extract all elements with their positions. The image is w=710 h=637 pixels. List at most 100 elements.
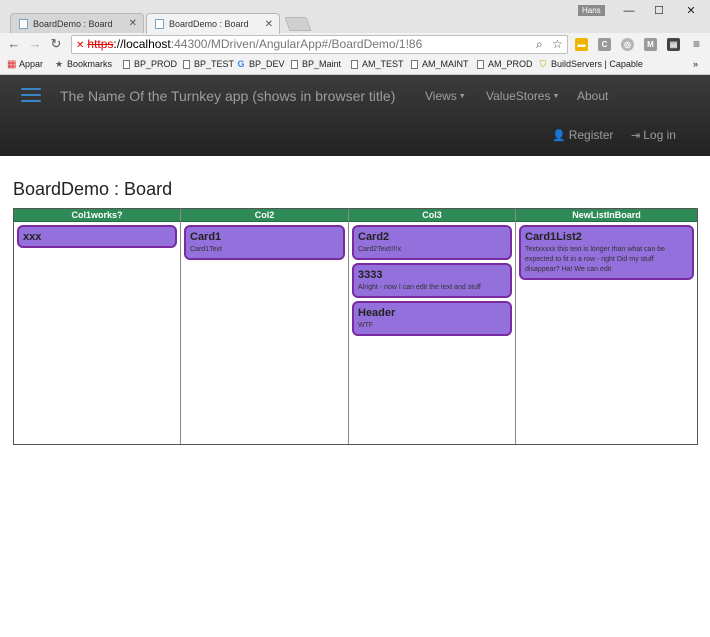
register-label: Register (568, 128, 614, 142)
browser-tab-2[interactable]: BoardDemo : Board ✕ (146, 13, 280, 34)
bookmark-item[interactable]: AM_TEST (351, 59, 404, 69)
board-card[interactable]: xxx (17, 225, 177, 248)
bookmark-star-icon[interactable]: ☆ (552, 37, 563, 51)
board-card[interactable]: 3333 Alright - now I can edit the text a… (352, 263, 512, 298)
address-bar[interactable]: ✕ https://localhost:44300/MDriven/Angular… (71, 35, 568, 54)
insecure-lock-icon[interactable]: ✕ (76, 40, 84, 51)
login-link[interactable]: ⇥ Log in (631, 128, 676, 142)
page-icon (351, 59, 358, 69)
google-icon: G (237, 58, 245, 69)
bookmark-label: BP_PROD (134, 59, 178, 69)
tab-strip: BoardDemo : Board ✕ BoardDemo : Board ✕ … (0, 0, 710, 34)
close-tab-icon[interactable]: ✕ (265, 19, 273, 30)
bookmark-label: AM_PROD (488, 59, 533, 69)
close-tab-icon[interactable]: ✕ (129, 18, 137, 29)
apps-grid-icon: ▦ (7, 58, 17, 70)
bookmark-item[interactable]: BP_PROD (123, 59, 177, 69)
nav-views-label: Views (425, 89, 457, 103)
page-icon (291, 59, 298, 69)
forward-icon[interactable]: → (28, 37, 42, 51)
bookmark-item[interactable]: AM_MAINT (411, 59, 469, 69)
card-title: xxx (23, 231, 42, 243)
url-scheme: https (87, 37, 114, 51)
browser-menu-icon[interactable]: ≡ (690, 38, 703, 51)
extension-icon[interactable]: ▬ (575, 38, 588, 51)
board-card[interactable]: Header WTF (352, 301, 512, 336)
bookmark-item[interactable]: G BP_DEV (237, 58, 285, 69)
page-icon (477, 59, 484, 69)
new-tab-button[interactable] (284, 17, 312, 31)
bookmark-item[interactable]: ⛉ BuildServers | Capable (539, 59, 643, 69)
more-bookmarks-button[interactable]: » (693, 59, 698, 69)
bookmark-label: Bookmarks (67, 59, 113, 69)
profile-badge[interactable]: Hans (578, 5, 605, 16)
register-link[interactable]: 👤 Register (552, 128, 613, 142)
bookmark-label: AM_TEST (362, 59, 404, 69)
nav-views[interactable]: Views ▼ (425, 89, 466, 103)
url-path: :44300/MDriven/AngularApp#/BoardDemo/1!8… (170, 37, 423, 51)
board-column-col1: Col1works? xxx (14, 209, 181, 444)
board: Col1works? xxx Col2 Card1 Card1Text Col3… (13, 208, 698, 445)
browser-tab-1[interactable]: BoardDemo : Board ✕ (10, 13, 144, 33)
bookmark-item[interactable]: BP_TEST (183, 59, 234, 69)
user-icon: 👤 (552, 129, 566, 142)
column-header: NewListInBoard (516, 209, 697, 222)
url-host: ://localhost (113, 37, 171, 51)
bookmark-label: BP_TEST (194, 59, 235, 69)
board-card[interactable]: Card2 Card2Text!!!!x (352, 225, 512, 260)
card-text: Textxxxxx this text is longer than what … (525, 246, 666, 273)
zoom-icon[interactable]: ⌕ (536, 37, 543, 51)
caret-down-icon: ▼ (458, 93, 466, 101)
column-header: Col3 (349, 209, 515, 222)
page-favicon-icon (19, 18, 28, 29)
bookmark-label: BuildServers | Capable (551, 59, 643, 69)
shield-icon: ⛉ (539, 58, 547, 69)
nav-valuestores-label: ValueStores (486, 89, 551, 103)
page-favicon-icon (155, 19, 164, 29)
board-card[interactable]: Card1List2 Textxxxxx this text is longer… (519, 225, 694, 280)
board-card[interactable]: Card1 Card1Text (184, 225, 345, 260)
hamburger-menu-icon[interactable] (21, 88, 41, 102)
tab-title: BoardDemo : Board (33, 18, 113, 29)
card-title: Card1 (190, 231, 222, 243)
maximize-icon[interactable]: ☐ (652, 4, 666, 18)
page-icon (411, 59, 418, 69)
browser-chrome: BoardDemo : Board ✕ BoardDemo : Board ✕ … (0, 0, 710, 75)
card-text: Card1Text (190, 246, 222, 253)
tab-title: BoardDemo : Board (169, 19, 249, 29)
bookmarks-bar: ▦ Appar ★ Bookmarks BP_PROD BP_TEST G BP_DE… (0, 57, 710, 74)
extension-m-icon[interactable]: M (644, 38, 657, 51)
bookmark-label: Appar (19, 59, 44, 69)
board-column-col2: Col2 Card1 Card1Text (181, 209, 349, 444)
reload-icon[interactable]: ↻ (49, 37, 63, 51)
extension-film-icon[interactable]: ▤ (667, 38, 680, 51)
page-icon (183, 59, 190, 69)
board-column-newlistinboard: NewListInBoard Card1List2 Textxxxxx this… (516, 209, 697, 444)
app-brand[interactable]: The Name Of the Turnkey app (shows in br… (60, 88, 395, 104)
column-header: Col2 (181, 209, 348, 222)
bookmark-item[interactable]: ▦ Appar (7, 59, 43, 69)
bookmark-item[interactable]: AM_PROD (477, 59, 533, 69)
bookmark-item[interactable]: ★ Bookmarks (55, 59, 112, 69)
card-text: Card2Text!!!!x (358, 246, 402, 253)
bookmark-label: BP_DEV (249, 59, 285, 69)
page-icon (123, 59, 130, 69)
board-column-col3: Col3 Card2 Card2Text!!!!x 3333 Alright -… (349, 209, 516, 444)
login-label: Log in (643, 128, 676, 142)
nav-about[interactable]: About (577, 89, 608, 103)
bookmark-label: BP_Maint (302, 59, 342, 69)
back-icon[interactable]: ← (7, 37, 21, 51)
column-header: Col1works? (14, 209, 180, 222)
minimize-icon[interactable]: — (622, 4, 636, 18)
bookmark-item[interactable]: BP_Maint (291, 59, 341, 69)
card-title: Header (358, 307, 396, 319)
window-close-icon[interactable]: ✕ (684, 4, 698, 18)
extension-globe-icon[interactable]: ◎ (621, 38, 634, 51)
page-title: BoardDemo : Board (13, 179, 173, 199)
caret-down-icon: ▼ (552, 93, 560, 101)
nav-valuestores[interactable]: ValueStores ▼ (486, 89, 559, 103)
star-icon: ★ (55, 58, 64, 69)
bookmark-label: AM_MAINT (422, 59, 469, 69)
card-title: Card2 (358, 231, 390, 243)
extension-c-icon[interactable]: C (598, 38, 611, 51)
